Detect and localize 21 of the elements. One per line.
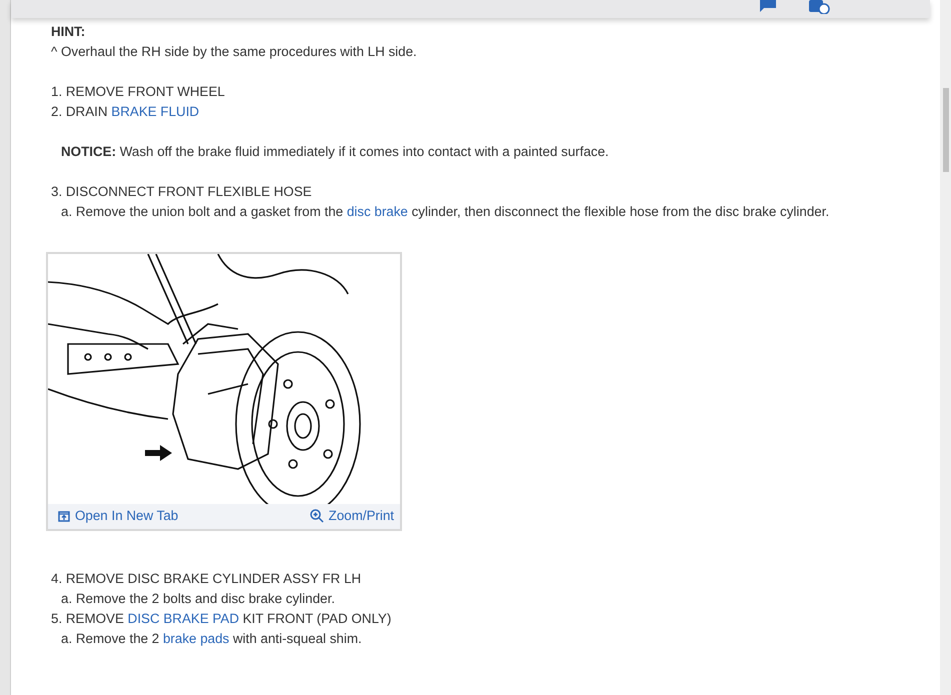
instruction-text: a. Remove the 2 bolts and disc brake cylinder. — [60, 590, 336, 608]
text-link[interactable]: brake pads — [162, 631, 230, 646]
quote-icon[interactable] — [808, 0, 830, 14]
text-link[interactable]: DISC BRAKE PAD — [128, 611, 240, 626]
text-link[interactable]: BRAKE FLUID — [111, 104, 200, 119]
open-in-new-tab-link[interactable]: Open In New Tab — [58, 506, 178, 526]
new-tab-icon — [58, 510, 70, 522]
hint-title: HINT: — [51, 23, 86, 41]
instruction-text: 5. REMOVE DISC BRAKE PAD KIT FRONT (PAD ONLY) — [51, 610, 392, 628]
hint-text: ^ Overhaul the RH side by the same procedures with LH side. — [51, 43, 418, 61]
instruction-text: 1. REMOVE FRONT WHEEL — [51, 83, 226, 101]
zoom-in-icon — [310, 509, 324, 523]
text-link[interactable]: disc brake — [346, 204, 408, 219]
instruction-text: a. Remove the union bolt and a gasket from the disc brake cylinder, then disconnect the flexible hose from the disc brake cylinder. — [60, 203, 830, 221]
chat-icon[interactable] — [758, 0, 778, 12]
instruction-text: a. Remove the 2 brake pads with anti-squeal shim. — [60, 630, 363, 648]
instruction-text: 3. DISCONNECT FRONT FLEXIBLE HOSE — [51, 183, 313, 201]
notice-text: NOTICE: Wash off the brake fluid immediately if it comes into contact with a painted surface. — [60, 143, 610, 161]
instruction-text: 4. REMOVE DISC BRAKE CYLINDER ASSY FR LH — [51, 570, 362, 588]
instruction-text: 2. DRAIN BRAKE FLUID — [51, 103, 200, 121]
zoom-print-link[interactable]: Zoom/Print — [310, 506, 394, 526]
